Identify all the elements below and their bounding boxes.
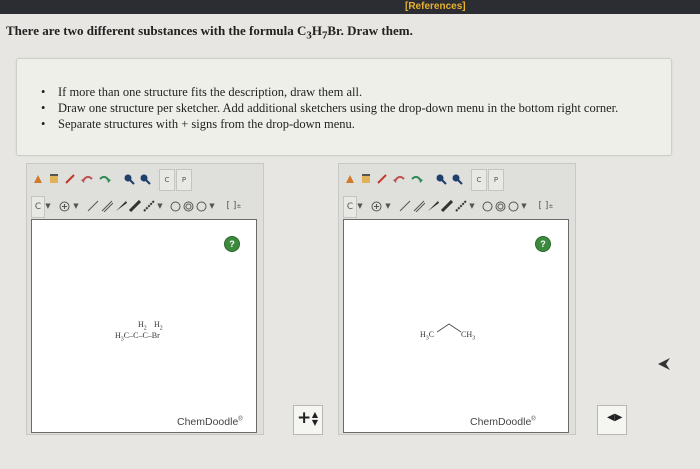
perspective-tool-button[interactable]: P	[176, 169, 192, 191]
bracket-tool-button[interactable]: [ ] ±	[535, 196, 557, 216]
clean-tool-button[interactable]: C	[159, 169, 175, 191]
chevron-down-icon[interactable]: ▼	[43, 196, 53, 216]
cyclopentane-icon[interactable]	[481, 196, 493, 216]
double-bond-icon[interactable]	[413, 196, 425, 216]
instructions-panel: • If more than one structure fits the des…	[16, 58, 672, 156]
molecule-label-hydrogens: H2	[138, 320, 147, 332]
chemdoodle-brand: ChemDoodle®	[470, 416, 536, 428]
double-bond-icon[interactable]	[101, 196, 113, 216]
zoom-out-icon[interactable]	[450, 169, 464, 189]
chevron-down-icon[interactable]: ▼	[467, 196, 477, 216]
zoom-in-icon[interactable]	[122, 169, 136, 189]
bold-bond-icon[interactable]	[441, 196, 453, 216]
molecule-label-chain: H3C–C–C–Br	[115, 331, 160, 343]
help-icon[interactable]: ?	[535, 236, 551, 252]
cursor-icon	[658, 358, 670, 370]
chevron-down-icon[interactable]: ▼	[519, 196, 529, 216]
sketcher-1: C P C ▼ ▼ ▼ ▼ [ ] ± ? H2 H2 H3C–C–C–Br C…	[26, 163, 264, 435]
erase-icon[interactable]	[47, 169, 61, 189]
add-sketcher-dropdown[interactable]: + ▲ ▼	[293, 405, 323, 435]
chevron-down-icon[interactable]: ▼	[155, 196, 165, 216]
zoom-in-icon[interactable]	[434, 169, 448, 189]
clear-icon[interactable]	[343, 169, 357, 189]
help-icon[interactable]: ?	[224, 236, 240, 252]
instruction-list: • If more than one structure fits the des…	[41, 84, 618, 132]
up-down-arrows-icon: ▲ ▼	[311, 410, 318, 427]
wedge-bond-icon[interactable]	[115, 196, 127, 216]
hash-bond-icon[interactable]	[455, 196, 467, 216]
charge-plus-icon[interactable]	[57, 196, 71, 216]
chevron-down-icon[interactable]: ▼	[383, 196, 393, 216]
chevron-down-icon[interactable]: ▼	[207, 196, 217, 216]
cyclohexane-icon[interactable]	[507, 196, 519, 216]
chemdoodle-brand: ChemDoodle®	[177, 416, 243, 428]
benzene-icon[interactable]	[182, 196, 194, 216]
single-bond-icon[interactable]	[87, 196, 99, 216]
instruction-item: • Separate structures with + signs from t…	[41, 117, 355, 131]
references-link[interactable]: [References]	[405, 0, 466, 14]
wedge-bond-icon[interactable]	[427, 196, 439, 216]
redo-icon[interactable]	[409, 169, 425, 189]
clean-tool-button[interactable]: C	[471, 169, 487, 191]
toolbar-row-primary: C P	[339, 169, 575, 191]
question-text: There are two different substances with …	[6, 23, 413, 42]
toolbar-row-secondary: C ▼ ▼ ▼ ▼ [ ] ±	[27, 196, 263, 218]
perspective-tool-button[interactable]: P	[488, 169, 504, 191]
undo-icon[interactable]	[391, 169, 407, 189]
instruction-item: • Draw one structure per sketcher. Add ad…	[41, 101, 619, 115]
cyclopentane-icon[interactable]	[169, 196, 181, 216]
benzene-icon[interactable]	[494, 196, 506, 216]
plus-icon: +	[297, 408, 312, 428]
top-bar	[0, 0, 700, 14]
left-right-arrows-icon: ◀▶	[607, 412, 623, 423]
toolbar-row-secondary: C ▼ ▼ ▼ ▼ [ ] ±	[339, 196, 575, 218]
sketcher-2: C P C ▼ ▼ ▼ ▼ [ ] ± ? H3C CH3 ChemDoodle…	[338, 163, 576, 435]
zoom-out-icon[interactable]	[138, 169, 152, 189]
hash-bond-icon[interactable]	[143, 196, 155, 216]
redo-icon[interactable]	[97, 169, 113, 189]
molecule-label-right: CH3	[461, 330, 476, 342]
toolbar-row-primary: C P	[27, 169, 263, 191]
lasso-icon[interactable]	[375, 169, 389, 189]
erase-icon[interactable]	[359, 169, 373, 189]
chevron-down-icon[interactable]: ▼	[71, 196, 81, 216]
clear-icon[interactable]	[31, 169, 45, 189]
lasso-icon[interactable]	[63, 169, 77, 189]
single-bond-icon[interactable]	[399, 196, 411, 216]
charge-plus-icon[interactable]	[369, 196, 383, 216]
undo-icon[interactable]	[79, 169, 95, 189]
drawing-canvas[interactable]: ? H2 H2 H3C–C–C–Br ChemDoodle®	[31, 219, 257, 433]
cyclohexane-icon[interactable]	[195, 196, 207, 216]
bold-bond-icon[interactable]	[129, 196, 141, 216]
molecule-label-left: H3C	[420, 330, 435, 342]
molecule-label-hydrogens: H2	[154, 320, 163, 332]
bracket-tool-button[interactable]: [ ] ±	[223, 196, 245, 216]
instruction-item: • If more than one structure fits the des…	[41, 85, 363, 99]
chevron-down-icon[interactable]: ▼	[355, 196, 365, 216]
add-sketcher-dropdown[interactable]: ◀▶	[597, 405, 627, 435]
drawing-canvas[interactable]: ? H3C CH3 ChemDoodle®	[343, 219, 569, 433]
